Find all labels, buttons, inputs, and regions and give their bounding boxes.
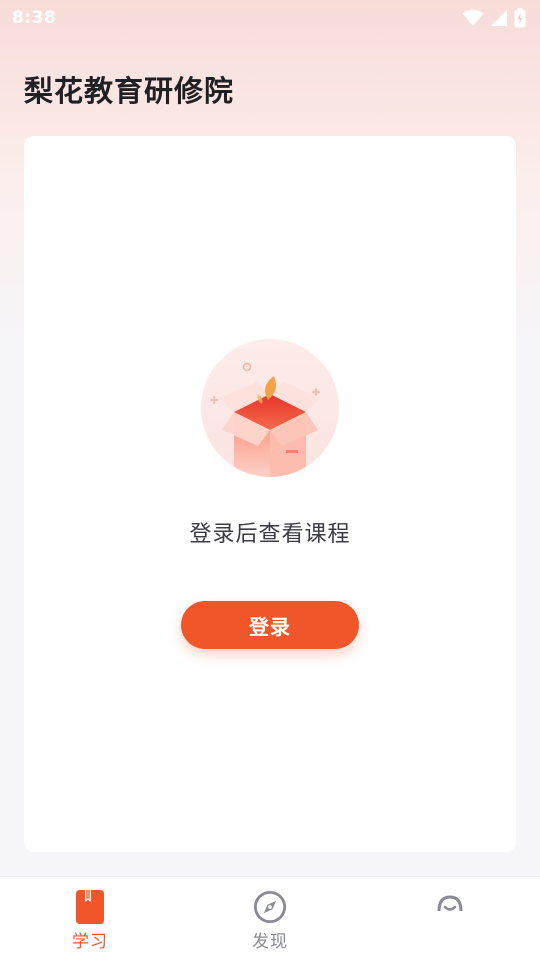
cellular-signal-icon <box>490 9 508 27</box>
wifi-icon <box>462 9 484 27</box>
bottom-nav: 学习 发现 <box>0 876 540 960</box>
nav-label-study: 学习 <box>72 932 108 952</box>
nav-item-discover[interactable]: 发现 <box>180 877 360 960</box>
login-button[interactable]: 登录 <box>181 601 359 649</box>
empty-box-icon <box>200 338 340 478</box>
status-icons <box>462 8 526 28</box>
empty-state-message: 登录后查看课程 <box>189 522 351 547</box>
status-time: 8:38 <box>12 8 57 28</box>
battery-charging-icon <box>514 8 526 28</box>
book-icon <box>73 889 107 925</box>
status-bar: 8:38 <box>0 0 540 36</box>
nav-label-discover: 发现 <box>252 932 288 952</box>
profile-icon <box>433 889 467 925</box>
compass-icon <box>253 889 287 925</box>
course-card: 登录后查看课程 登录 <box>24 136 516 852</box>
nav-item-study[interactable]: 学习 <box>0 877 180 960</box>
nav-item-profile[interactable] <box>360 877 540 960</box>
app-title: 梨花教育研修院 <box>24 74 235 108</box>
